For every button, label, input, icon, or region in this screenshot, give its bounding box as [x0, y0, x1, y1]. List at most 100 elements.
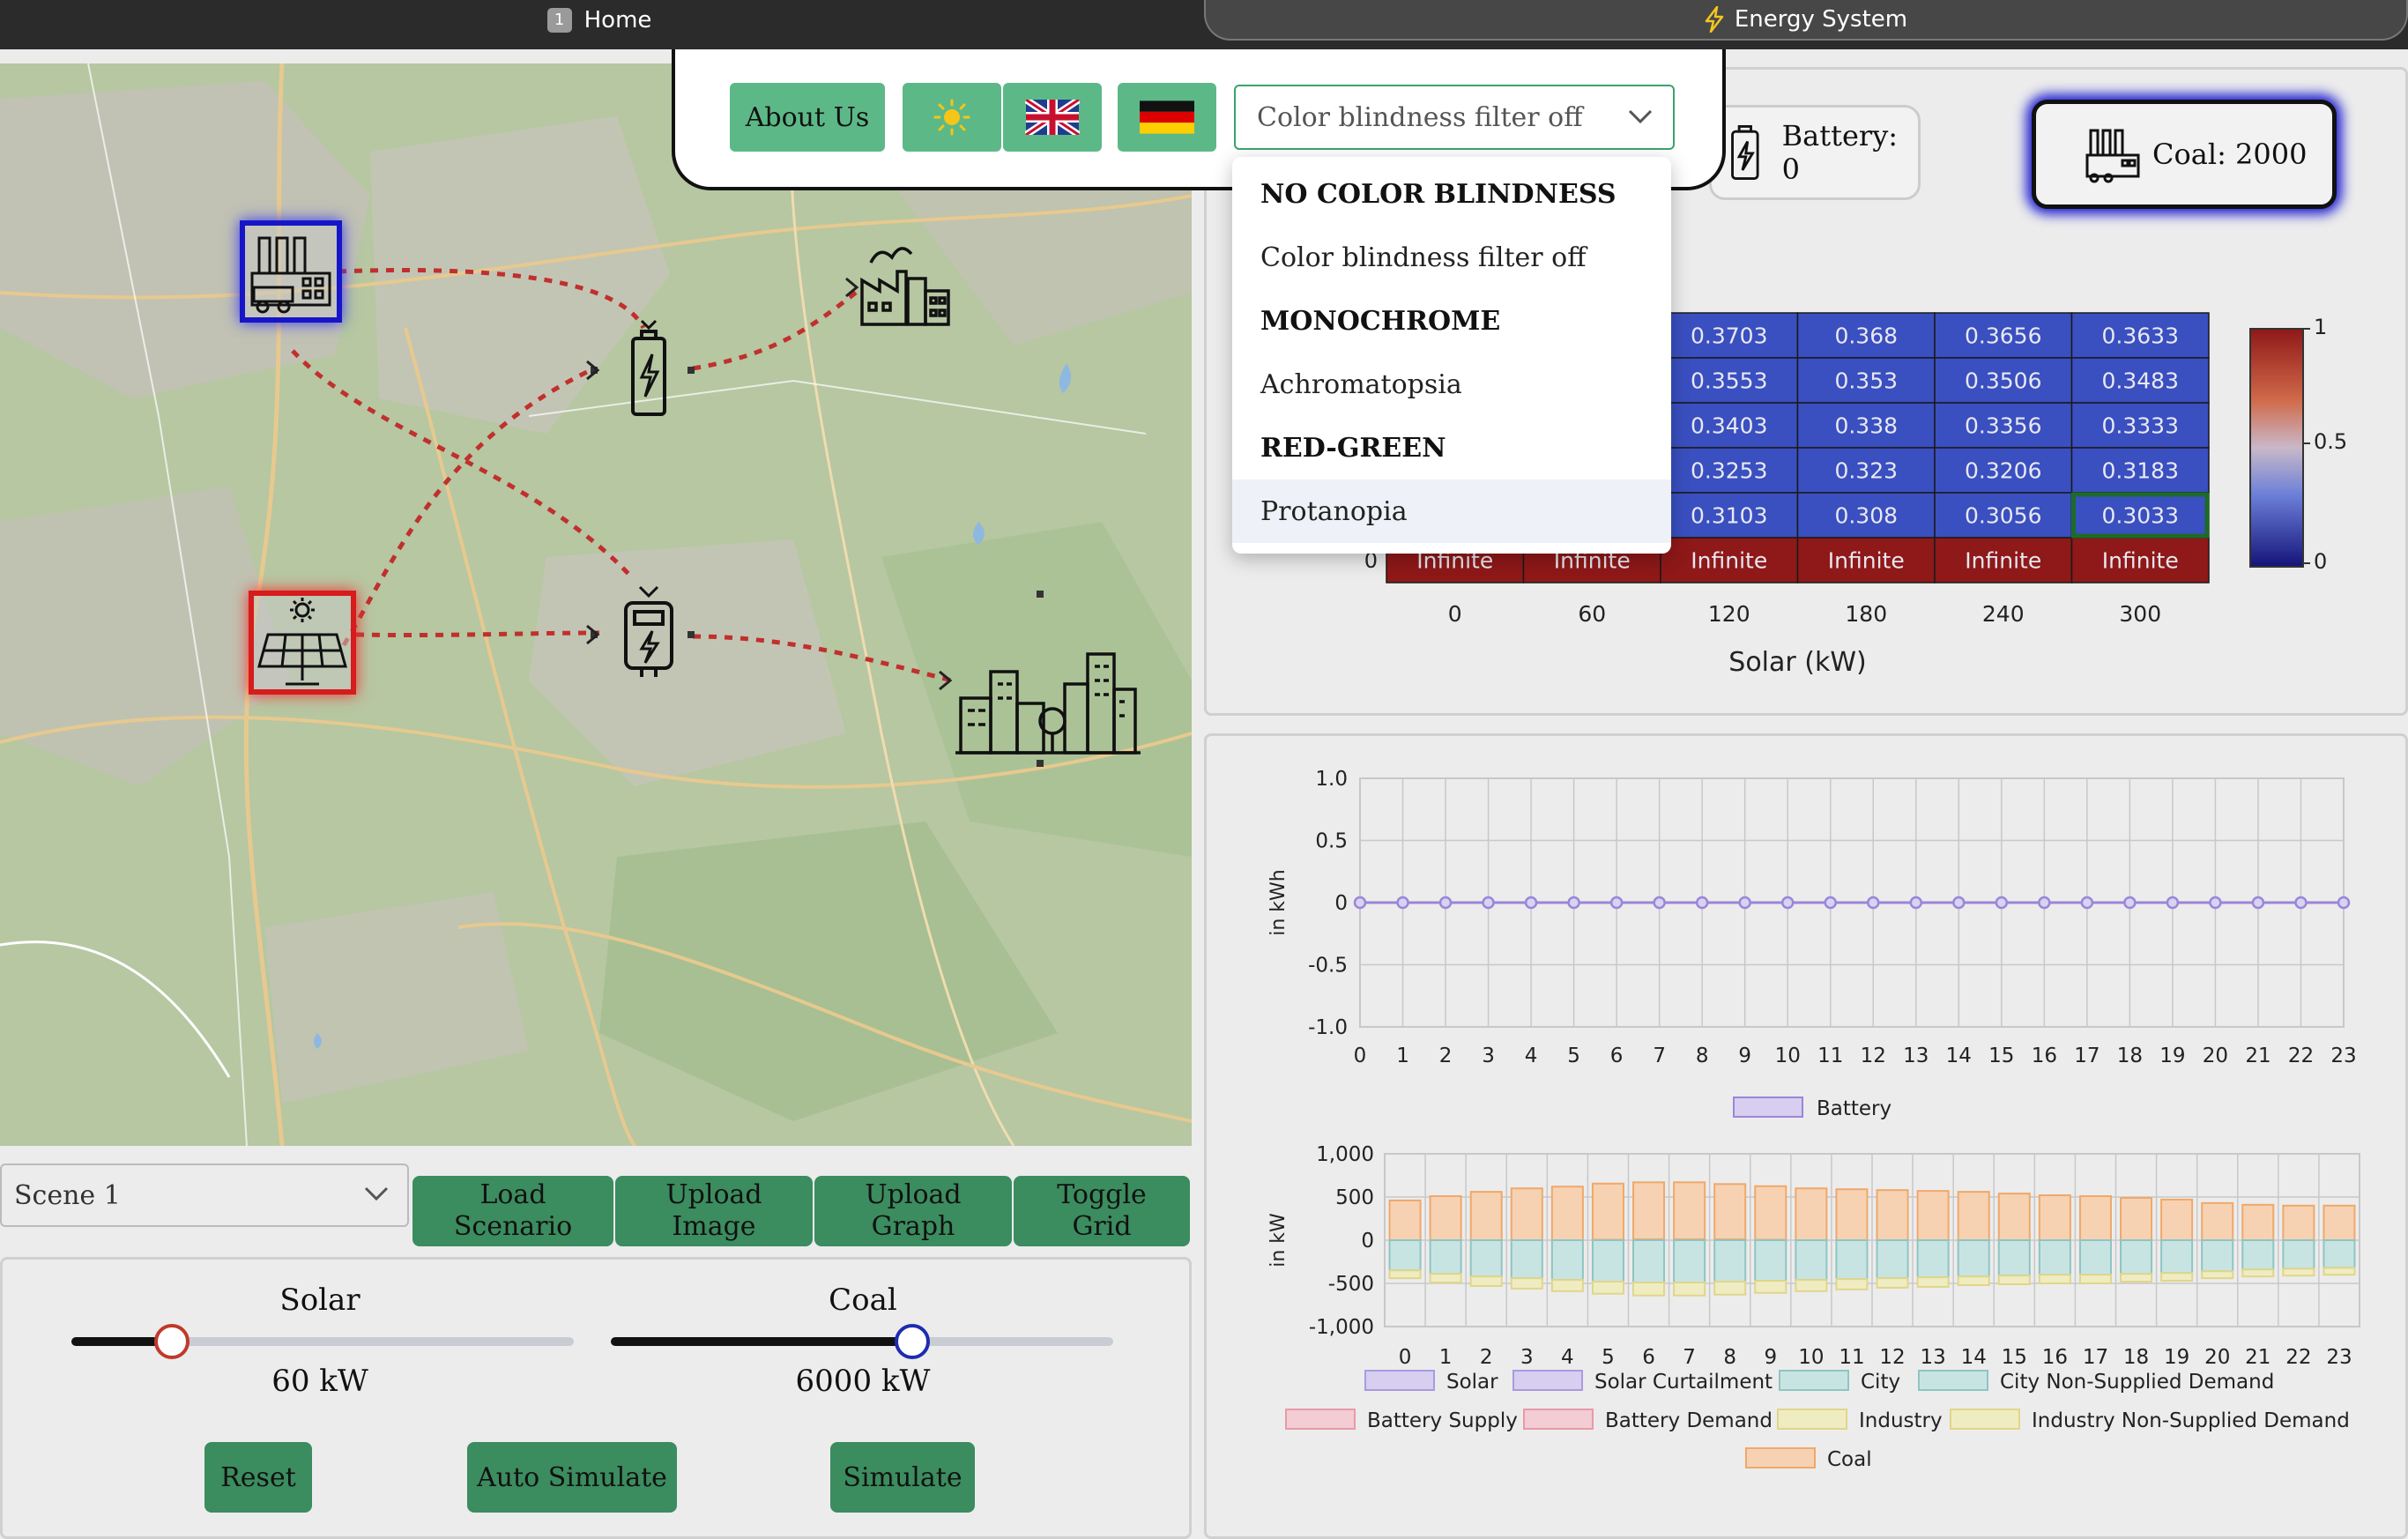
bar-chart-x-tick: 1 — [1439, 1346, 1453, 1369]
coal-bar — [1835, 1188, 1869, 1241]
coal-slider-thumb[interactable] — [895, 1324, 930, 1359]
city-bar — [1429, 1239, 1462, 1275]
factory-node[interactable] — [853, 236, 959, 333]
german-flag-icon — [1140, 100, 1194, 134]
legend-swatch — [1745, 1447, 1816, 1468]
english-language-button[interactable] — [1003, 83, 1102, 152]
heatmap-cell-value: 0.3103 — [1691, 503, 1767, 529]
bar-chart-x-tick: 16 — [2042, 1346, 2068, 1369]
theme-toggle-button[interactable] — [903, 83, 1001, 152]
line-chart-x-tick: 20 — [2203, 1045, 2228, 1067]
legend-swatch — [1950, 1409, 2020, 1430]
city-icon — [955, 652, 1141, 755]
coal-bar — [1713, 1183, 1747, 1241]
about-us-button[interactable]: About Us — [730, 83, 885, 152]
industry-bar — [1835, 1278, 1869, 1290]
color-blindness-value: Color blindness filter off — [1257, 101, 1583, 133]
heatmap-x-tick: 0 — [1448, 601, 1462, 627]
color-blindness-select[interactable]: Color blindness filter off — [1234, 85, 1675, 150]
industry-bar — [1713, 1281, 1747, 1296]
city-bar — [1591, 1239, 1624, 1283]
industry-bar — [2038, 1274, 2071, 1285]
line-chart-x-tick: 17 — [2074, 1045, 2100, 1067]
solar-slider-thumb[interactable] — [154, 1324, 190, 1359]
industry-bar — [1916, 1276, 1950, 1288]
dropdown-option-filter-off[interactable]: Color blindness filter off — [1232, 226, 1671, 289]
load-scenario-button[interactable]: Load Scenario — [412, 1176, 613, 1246]
line-chart-x-tick: 14 — [1946, 1045, 1972, 1067]
battery-point — [2123, 896, 2137, 910]
coal-slider-label: Coal — [829, 1282, 897, 1318]
bar-chart-x-tick: 5 — [1602, 1346, 1615, 1369]
tab-home[interactable]: 1 Home — [494, 0, 705, 41]
line-chart-y-tick: -1.0 — [1308, 1016, 1348, 1039]
city-bar — [1510, 1239, 1543, 1280]
bar-chart-x-tick: 11 — [1839, 1346, 1864, 1369]
tab-energy-label: Energy System — [1734, 6, 1908, 33]
industry-bar — [2323, 1267, 2356, 1276]
auto-simulate-button[interactable]: Auto Simulate — [467, 1442, 677, 1513]
bar-chart-x-tick: 18 — [2123, 1346, 2149, 1369]
coal-bar — [1916, 1190, 1950, 1242]
toggle-grid-button[interactable]: Toggle Grid — [1014, 1176, 1190, 1246]
line-chart-x-tick: 19 — [2159, 1045, 2185, 1067]
dropdown-option-protanopia[interactable]: Protanopia — [1232, 480, 1671, 543]
heatmap-cell-value: 0.3206 — [1965, 458, 2041, 484]
city-bar — [2323, 1239, 2356, 1269]
bar-chart-x-tick: 12 — [1879, 1346, 1905, 1369]
uk-flag-icon — [1025, 100, 1080, 135]
industry-bar — [1957, 1275, 1990, 1286]
battery-node[interactable] — [622, 319, 675, 425]
coal-bar — [1957, 1191, 1990, 1241]
coal-bar — [2282, 1204, 2315, 1241]
charts-area[interactable]: 1.00.50-0.5-1.00 1 2 3 4 5 6 7 8 9 10 11 12 13 14 15 16 1… — [1207, 736, 2408, 1539]
bar-chart-x-tick: 19 — [2164, 1346, 2189, 1369]
dropdown-group-monochrome: MONOCHROME — [1260, 305, 1501, 337]
coal-bar — [2038, 1194, 2071, 1241]
transformer-node[interactable] — [621, 584, 677, 689]
line-chart-x-tick: 1 — [1396, 1045, 1409, 1067]
line-chart-x-tick: 6 — [1610, 1045, 1624, 1067]
tab-energy-system[interactable]: Energy System — [1204, 0, 2408, 41]
battery-point — [1738, 896, 1751, 910]
city-bar — [1997, 1239, 2031, 1277]
line-chart-x-tick: 22 — [2288, 1045, 2314, 1067]
heatmap-cell-value: Infinite — [1965, 548, 2041, 574]
upload-image-button[interactable]: Upload Image — [615, 1176, 813, 1246]
city-bar — [1957, 1239, 1990, 1278]
coal-slider[interactable] — [611, 1324, 1113, 1359]
bar-chart-y-label: in kW — [1267, 1213, 1289, 1268]
coal-bar — [1673, 1181, 1706, 1241]
line-chart-x-tick: 13 — [1903, 1045, 1929, 1067]
coal-plant-node[interactable] — [240, 220, 342, 323]
industry-bar — [2241, 1268, 2275, 1278]
line-chart-x-tick: 0 — [1354, 1045, 1367, 1067]
industry-bar — [1388, 1269, 1422, 1280]
solar-panel-icon — [257, 598, 347, 686]
bar-chart-x-tick: 23 — [2326, 1346, 2352, 1369]
city-bar — [1754, 1239, 1787, 1282]
simulate-button[interactable]: Simulate — [830, 1442, 975, 1513]
line-chart-x-tick: 10 — [1775, 1045, 1801, 1067]
chevron-down-icon — [1628, 109, 1653, 124]
line-chart-x-tick: 12 — [1861, 1045, 1886, 1067]
reset-button[interactable]: Reset — [204, 1442, 312, 1513]
battery-point — [1824, 896, 1837, 910]
german-language-button[interactable] — [1118, 83, 1216, 152]
scene-select[interactable]: Scene 1 — [0, 1164, 409, 1227]
solar-panel-node[interactable] — [249, 591, 356, 695]
city-node[interactable] — [955, 636, 1141, 760]
solar-slider[interactable] — [71, 1324, 574, 1359]
industry-bar — [2282, 1268, 2315, 1277]
upload-graph-button[interactable]: Upload Graph — [814, 1176, 1012, 1246]
heatmap-cell-value: 0.308 — [1834, 503, 1898, 529]
map-canvas[interactable] — [0, 63, 1192, 1146]
coal-bar — [1997, 1193, 2031, 1242]
heatmap-cell-value: 0.3656 — [1965, 323, 2041, 349]
heatmap-cell-value: Infinite — [1691, 548, 1767, 574]
industry-bar — [1754, 1280, 1787, 1294]
legend-label: Solar — [1446, 1371, 1498, 1394]
dropdown-option-achromatopsia[interactable]: Achromatopsia — [1232, 353, 1671, 416]
legend-swatch — [1364, 1370, 1435, 1391]
bar-chart-x-tick: 6 — [1642, 1346, 1655, 1369]
